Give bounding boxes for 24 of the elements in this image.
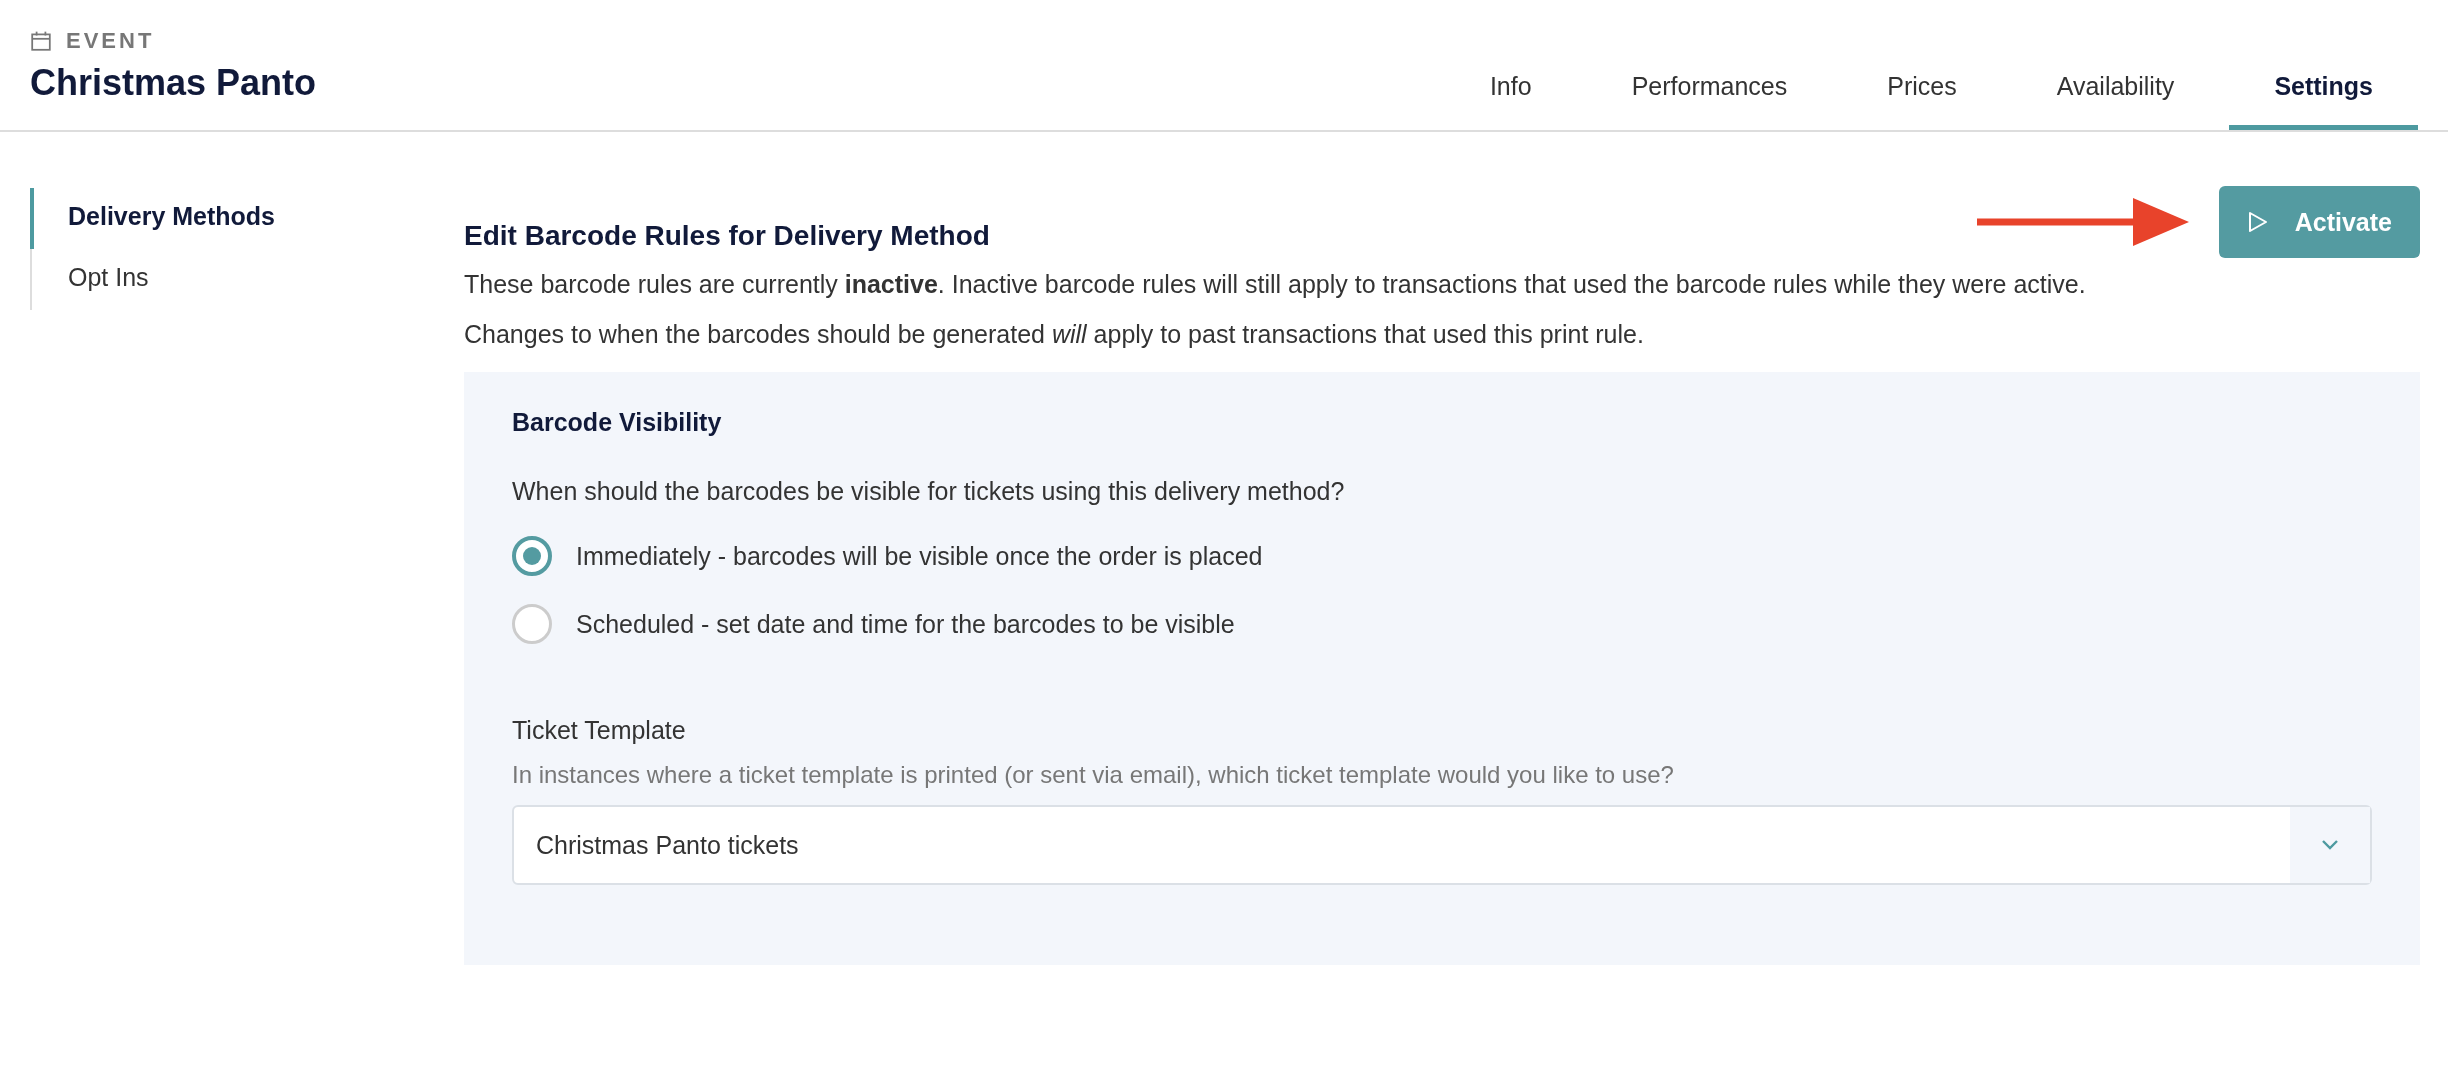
description-text: These barcode rules are currently inactive. Inactive barcode rules will still apply to transactions that used the barcode rules while they were active.: [464, 269, 2087, 300]
sidebar-item[interactable]: Opt Ins: [30, 249, 464, 310]
section-heading: Edit Barcode Rules for Delivery Method: [464, 220, 990, 252]
radio-label: Immediately - barcodes will be visible once the order is placed: [576, 541, 1263, 571]
question-text: When should the barcodes be visible for tickets using this delivery method?: [512, 477, 1346, 506]
tab[interactable]: Settings: [2229, 72, 2418, 130]
tab[interactable]: Performances: [1586, 72, 1833, 130]
field-hint: In instances where a ticket template is printed (or sent via email), which ticket template would you like to use?: [512, 761, 1675, 789]
field-label: Ticket Template: [512, 716, 687, 745]
subsection-heading: Barcode Visibility: [512, 408, 723, 437]
description-text: Changes to when the barcodes should be generated will apply to past transactions that used this print rule.: [464, 319, 1645, 350]
radio-button[interactable]: [512, 536, 552, 576]
radio-button[interactable]: [512, 604, 552, 644]
play-icon: [2246, 210, 2269, 234]
event-label: EVENT: [66, 28, 155, 54]
sidebar-item[interactable]: Delivery Methods: [30, 188, 464, 249]
radio-label: Scheduled - set date and time for the barcodes to be visible: [576, 609, 1235, 639]
template-select[interactable]: Christmas Panto tickets: [512, 805, 2372, 885]
chevron-down-icon: [2320, 839, 2340, 851]
tab[interactable]: Prices: [1842, 72, 2002, 130]
calendar-icon: [30, 30, 52, 52]
tab[interactable]: Info: [1444, 72, 1577, 130]
tab[interactable]: Availability: [2011, 72, 2220, 130]
event-title: Christmas Panto: [30, 62, 317, 104]
